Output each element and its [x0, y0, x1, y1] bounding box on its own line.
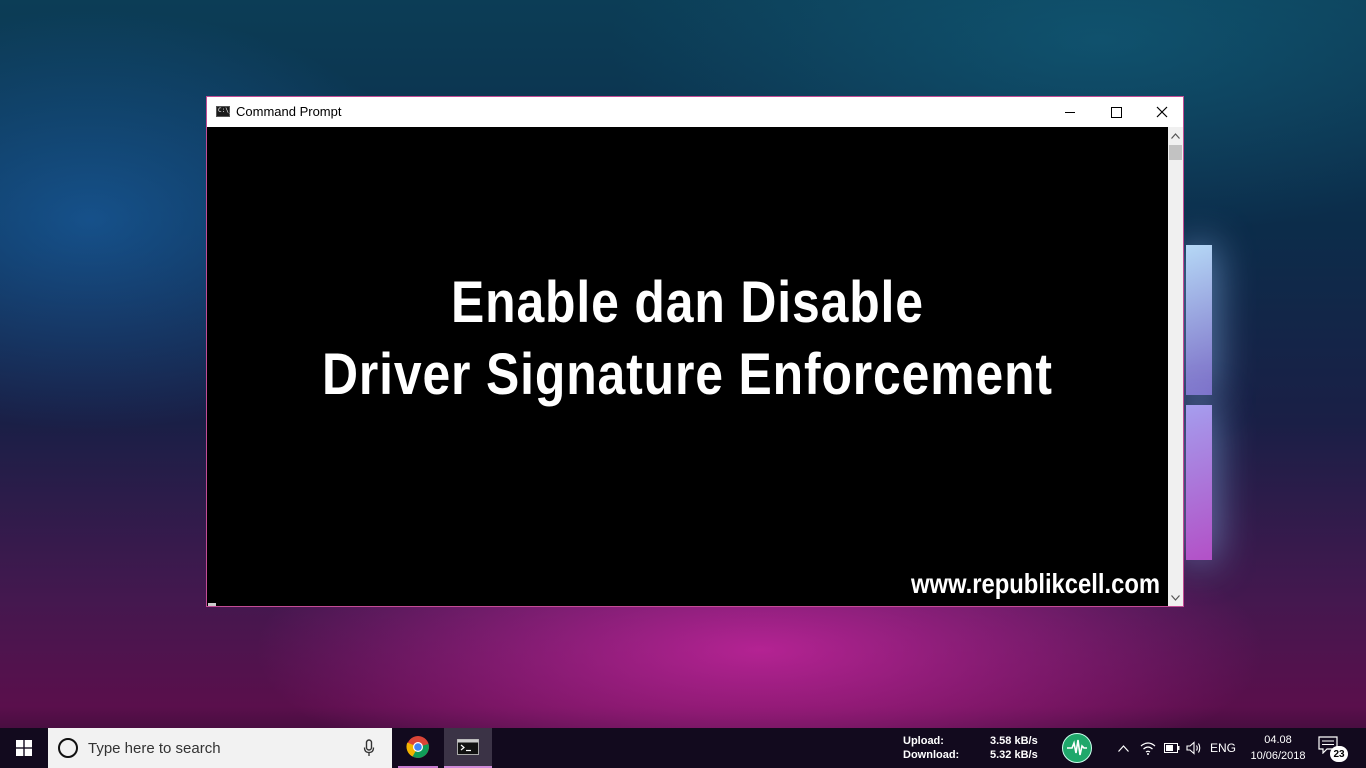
cmd-icon	[457, 739, 479, 755]
microphone-icon[interactable]	[363, 739, 375, 757]
console-output[interactable]: Enable dan Disable Driver Signature Enfo…	[207, 127, 1168, 606]
battery-button[interactable]	[1162, 728, 1182, 768]
close-icon	[1156, 106, 1168, 118]
show-hidden-icons-button[interactable]	[1114, 728, 1132, 768]
network-meter: Upload: 3.58 kB/s Download: 5.32 kB/s	[903, 734, 1043, 764]
close-button[interactable]	[1139, 97, 1185, 127]
download-value: 5.32 kB/s	[990, 749, 1038, 761]
volume-button[interactable]	[1184, 728, 1204, 768]
speaker-icon	[1186, 741, 1201, 755]
download-label: Download:	[903, 749, 960, 761]
start-button[interactable]	[0, 728, 48, 768]
headline-line-1: Enable dan Disable	[450, 270, 924, 335]
clock-date: 10/06/2018	[1250, 750, 1306, 762]
taskbar-app-command-prompt[interactable]	[444, 728, 492, 768]
vertical-scrollbar[interactable]	[1168, 127, 1183, 606]
website-watermark: www.republikcell.com	[910, 568, 1160, 599]
pulse-icon	[1067, 739, 1087, 756]
headline-line-2: Driver Signature Enforcement	[321, 342, 1053, 407]
chevron-down-icon	[1171, 594, 1180, 601]
maximize-icon	[1110, 106, 1122, 118]
scroll-thumb[interactable]	[1169, 145, 1182, 160]
search-box[interactable]: Type here to search	[48, 728, 392, 768]
search-placeholder: Type here to search	[88, 740, 221, 757]
headline-text: Enable dan Disable Driver Signature Enfo…	[274, 267, 1100, 411]
maximize-button[interactable]	[1093, 97, 1139, 127]
upload-label: Upload:	[903, 735, 944, 747]
text-cursor	[208, 603, 216, 606]
title-bar[interactable]: C:\_ Command Prompt	[207, 97, 1183, 127]
wallpaper-logo-pane	[1186, 245, 1212, 395]
upload-value: 3.58 kB/s	[990, 735, 1038, 747]
minimize-button[interactable]	[1047, 97, 1093, 127]
wifi-icon	[1140, 742, 1156, 755]
scroll-down-button[interactable]	[1168, 589, 1183, 606]
cortana-icon	[58, 738, 78, 758]
notification-count-badge: 23	[1330, 746, 1348, 762]
window-title: Command Prompt	[236, 104, 342, 119]
network-meter-icon[interactable]	[1062, 733, 1092, 763]
minimize-icon	[1064, 111, 1075, 113]
battery-icon	[1164, 743, 1180, 753]
windows-icon	[16, 740, 32, 756]
chrome-icon	[406, 736, 429, 758]
chevron-up-icon	[1171, 132, 1180, 139]
chevron-up-icon	[1117, 744, 1129, 752]
clock-time: 04.08	[1264, 734, 1292, 746]
action-center-button[interactable]: 23	[1318, 736, 1348, 762]
clock-button[interactable]: 04.08 10/06/2018	[1245, 732, 1311, 764]
scroll-up-button[interactable]	[1168, 127, 1183, 144]
desktop-wallpaper: C:\_ Command Prompt Enable dan Disable D…	[0, 0, 1366, 768]
input-language-button[interactable]: ENG	[1208, 728, 1238, 768]
cmd-icon: C:\_	[216, 106, 232, 117]
taskbar-app-chrome[interactable]	[398, 728, 438, 768]
command-prompt-window[interactable]: C:\_ Command Prompt Enable dan Disable D…	[206, 96, 1184, 607]
network-button[interactable]	[1138, 728, 1158, 768]
taskbar: Type here to search Upload: 3.58 kB/s Do…	[0, 728, 1366, 768]
wallpaper-logo-pane	[1186, 405, 1212, 560]
